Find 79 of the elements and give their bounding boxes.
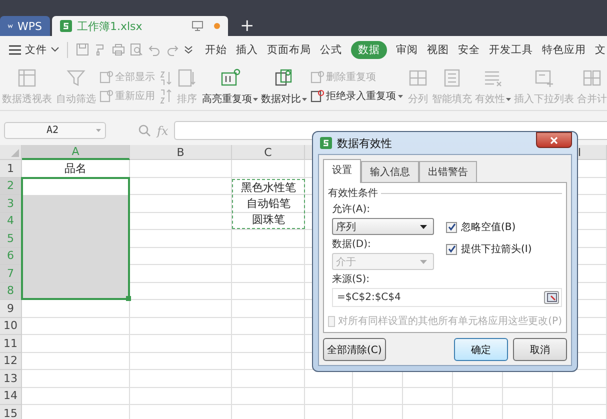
row-header[interactable]: 14 (0, 388, 22, 405)
close-button[interactable] (536, 132, 572, 148)
box-badge-icon (310, 70, 324, 84)
chevron-down-icon[interactable] (184, 46, 193, 54)
name-box[interactable]: A2 (4, 122, 106, 139)
row-header[interactable]: 1 (0, 160, 22, 178)
ribbon-tab[interactable]: 开发工具 (489, 40, 533, 58)
ribbon-tab[interactable]: 视图 (427, 40, 449, 58)
checkmark-icon (448, 223, 456, 231)
zoom-icon[interactable] (138, 124, 151, 137)
ribbon-button[interactable]: 数据对比 (261, 67, 307, 106)
column-header[interactable]: C (232, 145, 305, 160)
printer-icon[interactable] (112, 43, 125, 56)
dialog-button[interactable]: 确定 (454, 338, 508, 361)
ribbon-tab[interactable]: 插入 (236, 40, 258, 58)
close-icon (550, 136, 558, 144)
table-cell (403, 388, 453, 405)
new-tab-button[interactable]: + (232, 16, 262, 36)
table-cell: 自动铅笔 (246, 196, 290, 212)
checkbox[interactable]: 提供下拉箭头(I) (446, 242, 532, 256)
table-cell: 黑色水性笔 (241, 180, 296, 196)
data-label: 数据(D): (332, 238, 372, 251)
table-cell (503, 388, 553, 405)
box-badge-icon (310, 89, 324, 103)
ribbon-tab[interactable]: 数据 (351, 40, 387, 58)
table-icon (16, 67, 38, 89)
caret-icon[interactable] (420, 224, 427, 228)
ribbon-button[interactable]: 拒绝录入重复项 (310, 89, 403, 103)
ribbon-tab[interactable]: 特色应用 (542, 40, 586, 58)
row-header[interactable]: 11 (0, 335, 22, 352)
document-tab[interactable]: WPS (0, 16, 50, 36)
file-menu[interactable]: 文件 (25, 42, 47, 56)
dialog-tab[interactable]: 设置 (323, 159, 361, 183)
box-badge-icon (99, 70, 113, 84)
range-picker-button[interactable] (544, 291, 559, 304)
redo-icon[interactable] (166, 43, 179, 56)
column-header[interactable]: B (130, 145, 232, 160)
ribbon-tab[interactable]: 页面布局 (267, 40, 311, 58)
chevron-down-icon[interactable] (51, 47, 59, 52)
table-cell (553, 388, 607, 405)
group-label: 有效性条件 (328, 186, 378, 200)
dialog-tab[interactable]: 输入信息 (361, 161, 419, 182)
undo-icon[interactable] (148, 43, 161, 56)
save-icon[interactable] (76, 43, 89, 56)
menu-icon[interactable] (9, 44, 21, 54)
active-cell[interactable] (23, 178, 128, 194)
source-label: 来源(S): (331, 272, 371, 286)
row-header[interactable]: 12 (0, 352, 22, 370)
triangle-icon (11, 149, 19, 157)
table-cell (353, 388, 403, 405)
row-header[interactable]: 10 (0, 318, 22, 335)
ribbon-tab[interactable]: 审阅 (396, 40, 418, 58)
sort-icon (176, 67, 198, 89)
preview-icon[interactable] (130, 43, 143, 56)
monitor-icon[interactable] (192, 21, 203, 31)
clear-all-button[interactable]: 全部清除(C) (323, 338, 386, 361)
sort-descending-icon[interactable] (159, 88, 173, 104)
row-header[interactable]: 9 (0, 300, 22, 318)
allow-label: 允许(A): (332, 202, 372, 216)
sheet-logo-icon (320, 137, 332, 149)
checkbox[interactable]: 忽略空值(B) (446, 220, 532, 234)
dialog-button[interactable]: 取消 (513, 338, 567, 361)
box-badge-icon (99, 89, 113, 103)
ribbon-button[interactable]: 高亮重复项 (202, 67, 258, 106)
dialog-title: 数据有效性 (337, 136, 392, 150)
ribbon-tab[interactable]: 安全 (458, 40, 480, 58)
source-field[interactable]: =$C$2:$C$4 (332, 288, 562, 307)
ribbon-tab[interactable]: 文 (595, 40, 606, 58)
ribbon-tab[interactable]: 公式 (320, 40, 342, 58)
checkmark-icon (448, 245, 456, 253)
row-header[interactable]: 13 (0, 370, 22, 388)
row-header[interactable]: 15 (0, 405, 22, 419)
sheet-logo-icon (60, 20, 72, 32)
table-cell (305, 388, 353, 405)
allow-dropdown[interactable]: 序列 (332, 218, 434, 235)
table-cell (453, 388, 503, 405)
table-cell: 圆珠笔 (252, 212, 285, 228)
dialog-tab[interactable]: 出错警告 (419, 161, 477, 182)
ribbon-tab[interactable]: 开始 (205, 40, 227, 58)
